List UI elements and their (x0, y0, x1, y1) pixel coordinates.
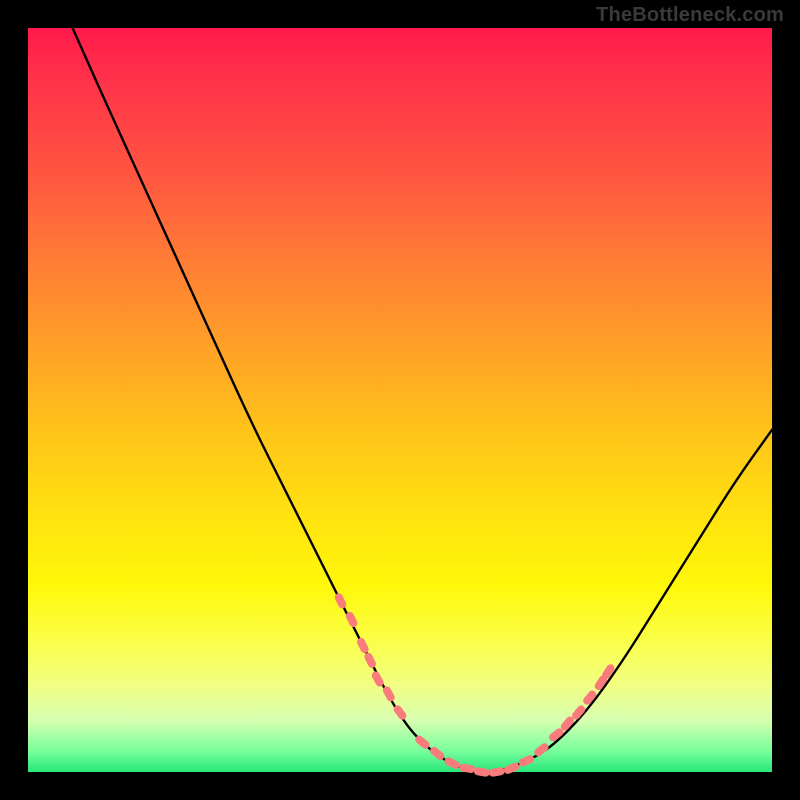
highlight-marker (333, 592, 347, 610)
bottleneck-curve (73, 28, 772, 772)
highlight-marker (458, 763, 475, 774)
highlight-marker (473, 767, 490, 778)
plot-area (28, 28, 772, 772)
highlight-marker (518, 754, 536, 768)
highlight-markers (333, 592, 616, 777)
highlight-marker (363, 651, 377, 669)
highlight-marker (488, 767, 505, 778)
chart-svg (28, 28, 772, 772)
highlight-marker (443, 756, 461, 770)
watermark-text: TheBottleneck.com (596, 4, 784, 27)
highlight-marker (356, 637, 370, 655)
chart-frame: TheBottleneck.com (0, 0, 800, 800)
